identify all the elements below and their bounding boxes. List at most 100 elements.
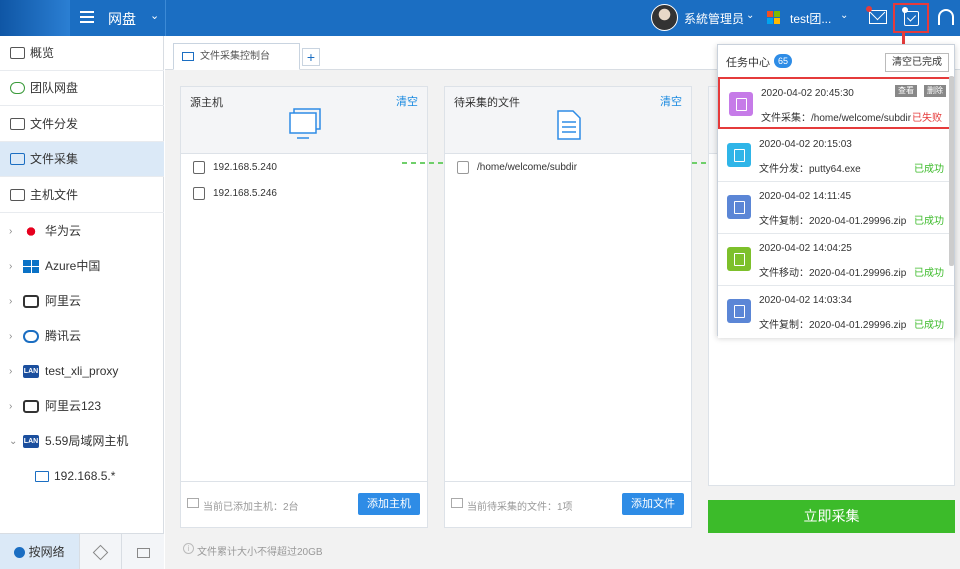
tab-collect-console[interactable]: 文件采集控制台	[173, 43, 300, 70]
tree-item-label: 192.168.5.*	[54, 469, 116, 483]
mail-icon[interactable]	[869, 10, 887, 24]
chevron-down-icon[interactable]: ⌄	[150, 9, 159, 22]
chevron-right-icon[interactable]: ›	[9, 354, 12, 389]
tree-item-host-group[interactable]: 192.168.5.*	[0, 459, 164, 494]
tree-item-lan-559[interactable]: ⌄ LAN 5.59局域网主机	[0, 424, 164, 459]
tab-by-network[interactable]: 按网络	[0, 534, 80, 569]
tree-item-label: 华为云	[45, 224, 82, 238]
notification-dot	[902, 7, 908, 13]
distribute-icon	[10, 118, 25, 130]
add-tab-button[interactable]: +	[302, 48, 320, 66]
tab-tags[interactable]	[80, 534, 122, 569]
tree-item-test-xli-proxy[interactable]: › LAN test_xli_proxy	[0, 354, 164, 389]
aliyun-icon	[23, 295, 39, 308]
chevron-right-icon[interactable]: ›	[9, 319, 12, 354]
chevron-down-icon[interactable]: ⌄	[746, 10, 754, 21]
avatar[interactable]	[651, 4, 678, 31]
sidebar-item-overview[interactable]: 概览	[0, 36, 164, 71]
task-center-button[interactable]	[893, 3, 929, 33]
add-file-button[interactable]: 添加文件	[622, 493, 684, 515]
host-address: 192.168.5.246	[213, 188, 277, 199]
app-title[interactable]: 网盘	[108, 9, 136, 29]
chevron-down-icon[interactable]: ⌄	[840, 10, 848, 21]
note-text: 文件累计大小不得超过20GB	[197, 547, 323, 558]
folder-icon	[136, 547, 150, 558]
host-count: 当前已添加主机：2台	[203, 502, 299, 513]
task-list-scrollbar[interactable]	[949, 76, 954, 266]
sidebar-item-label: 概览	[30, 46, 55, 60]
headset-icon[interactable]	[938, 9, 954, 25]
document-icon	[557, 110, 581, 140]
task-desc: 文件复制：2020-04-01.29996.zip	[759, 216, 907, 227]
sidebar-item-distribute[interactable]: 文件分发	[0, 107, 164, 142]
linux-icon	[193, 161, 205, 174]
sidebar-item-collect[interactable]: 文件采集	[0, 142, 164, 177]
team-name[interactable]: test团...	[790, 10, 831, 27]
copy-task-icon	[727, 299, 751, 323]
collect-icon	[10, 153, 25, 165]
file-path: /home/welcome/subdir	[477, 162, 578, 173]
file-icon	[457, 161, 469, 174]
menu-icon[interactable]	[80, 11, 94, 23]
file-count: 当前待采集的文件：1项	[467, 502, 573, 513]
host-icon	[35, 471, 49, 482]
chevron-right-icon[interactable]: ›	[9, 284, 12, 319]
chevron-down-icon[interactable]: ⌄	[9, 424, 17, 459]
task-check-icon	[904, 11, 919, 26]
tree-item-huawei[interactable]: › 华为云	[0, 214, 164, 249]
overview-icon	[10, 47, 25, 59]
task-time: 2020-04-02 20:15:03	[759, 139, 852, 150]
lan-icon: LAN	[23, 435, 39, 448]
task-center-title: 任务中心	[726, 57, 770, 69]
panel-header: 待采集的文件 清空	[445, 87, 691, 154]
task-item[interactable]: 2020-04-02 20:15:03 文件分发：putty64.exe 已成功	[718, 130, 954, 182]
tree-item-aliyun123[interactable]: › 阿里云123	[0, 389, 164, 424]
tree-item-label: 阿里云123	[45, 399, 102, 413]
task-item[interactable]: 2020-04-02 14:04:25 文件移动：2020-04-01.2999…	[718, 234, 954, 286]
panel-title: 待采集的文件	[454, 97, 520, 109]
task-desc: 文件分发：putty64.exe	[759, 164, 861, 175]
task-item[interactable]: 2020-04-02 14:03:34 文件复制：2020-04-01.2999…	[718, 286, 954, 338]
task-status: 已失败	[912, 113, 942, 124]
collect-now-button[interactable]: 立即采集	[708, 500, 955, 533]
task-count-badge: 65	[774, 54, 793, 68]
top-bar: 网盘 ⌄ 系統管理员 ⌄ test团... ⌄	[0, 0, 960, 36]
notification-dot	[866, 6, 872, 12]
sidebar-item-team-disk[interactable]: 团队网盘	[0, 71, 164, 106]
list-item[interactable]: 192.168.5.240	[191, 155, 421, 181]
collect-task-icon	[729, 92, 753, 116]
network-icon	[14, 547, 26, 559]
clear-completed-button[interactable]: 清空已完成	[885, 53, 949, 72]
tab-folders[interactable]	[122, 534, 164, 569]
lan-icon: LAN	[23, 365, 39, 378]
list-item[interactable]: /home/welcome/subdir	[455, 155, 685, 181]
list-item[interactable]: 192.168.5.246	[191, 181, 421, 207]
azure-icon	[23, 260, 39, 273]
view-task-button[interactable]: 查看	[895, 85, 917, 97]
task-item[interactable]: 2020-04-02 20:45:30 文件采集：/home/welcome/s…	[718, 77, 954, 129]
clear-files-button[interactable]: 清空	[660, 93, 682, 109]
chevron-right-icon[interactable]: ›	[9, 214, 12, 249]
logo	[0, 0, 70, 36]
panel-footer: 当前已添加主机：2台 添加主机	[181, 481, 427, 527]
tree-item-aliyun[interactable]: › 阿里云	[0, 284, 164, 319]
chevron-right-icon[interactable]: ›	[9, 389, 12, 424]
clear-hosts-button[interactable]: 清空	[396, 93, 418, 109]
add-host-button[interactable]: 添加主机	[358, 493, 420, 515]
tree-item-tencent[interactable]: › 腾讯云	[0, 319, 164, 354]
chevron-right-icon[interactable]: ›	[9, 249, 12, 284]
source-host-panel: 源主机 清空 192.168.5.240 192.168.5.246 当前已添加…	[180, 86, 428, 528]
tree-item-azure[interactable]: › Azure中国	[0, 249, 164, 284]
task-center-popup: 任务中心 65 清空已完成 2020-04-02 20:45:30 文件采集：/…	[717, 44, 955, 338]
size-note: i 文件累计大小不得超过20GB	[183, 543, 323, 558]
task-desc: 文件采集：/home/welcome/subdir	[761, 113, 912, 124]
delete-task-button[interactable]: 删除	[924, 85, 946, 97]
tree-item-label: test_xli_proxy	[45, 364, 119, 378]
sidebar-item-host-files[interactable]: 主机文件	[0, 178, 164, 213]
linux-icon	[193, 187, 205, 200]
host-file-icon	[10, 189, 25, 201]
team-logo-icon	[767, 11, 780, 24]
user-name[interactable]: 系統管理员	[684, 10, 744, 27]
task-status: 已成功	[914, 216, 944, 227]
task-item[interactable]: 2020-04-02 14:11:45 文件复制：2020-04-01.2999…	[718, 182, 954, 234]
